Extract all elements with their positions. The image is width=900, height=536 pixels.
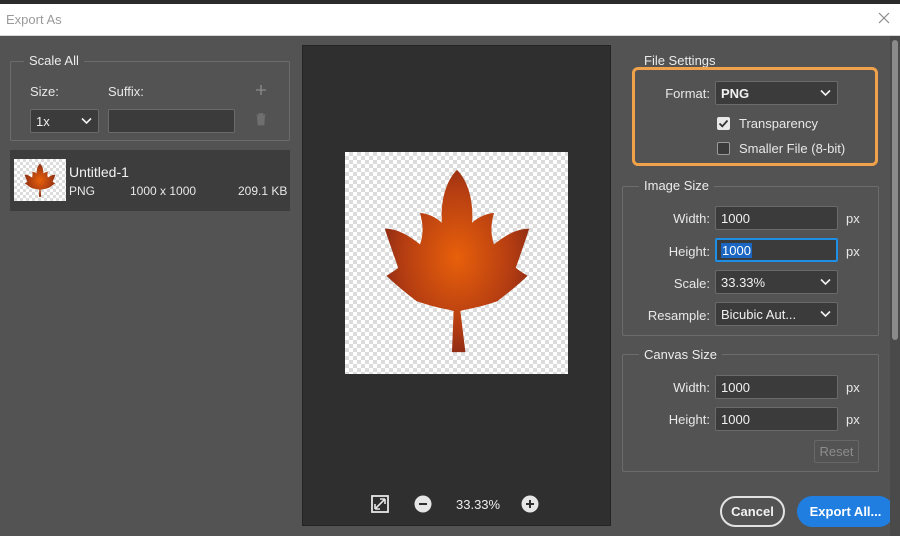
- fit-to-view-icon[interactable]: [371, 495, 389, 513]
- canvas-width-label: Width:: [673, 380, 710, 395]
- canvas-width-input[interactable]: 1000: [715, 375, 838, 399]
- scale-select-value: 33.33%: [721, 275, 766, 290]
- trash-icon[interactable]: [255, 112, 267, 126]
- image-size-heading: Image Size: [639, 178, 715, 193]
- file-settings-heading: File Settings: [639, 53, 721, 68]
- resample-select-value: Bicubic Aut...: [721, 307, 797, 322]
- resample-label: Resample:: [647, 308, 710, 323]
- resample-select[interactable]: Bicubic Aut...: [715, 302, 838, 326]
- image-width-input[interactable]: 1000: [715, 206, 838, 230]
- suffix-input[interactable]: [108, 109, 235, 133]
- highlight-annotation: [632, 67, 878, 166]
- title-bar: Export As: [0, 4, 900, 36]
- chevron-down-icon: [81, 117, 92, 125]
- maple-leaf-image: [384, 169, 530, 353]
- zoom-in-icon[interactable]: [521, 495, 539, 513]
- window-title: Export As: [6, 12, 62, 27]
- asset-format: PNG: [69, 184, 96, 198]
- asset-name: Untitled-1: [69, 164, 129, 180]
- scale-select[interactable]: 33.33%: [715, 270, 838, 294]
- scale-label: Scale:: [673, 276, 710, 291]
- image-height-label: Height:: [668, 244, 710, 259]
- size-select[interactable]: 1x: [30, 109, 99, 133]
- image-height-value: 1000: [721, 243, 752, 258]
- cancel-button[interactable]: Cancel: [720, 496, 785, 527]
- add-icon[interactable]: [255, 84, 267, 96]
- preview-canvas: [345, 152, 568, 374]
- scale-all-heading: Scale All: [24, 53, 84, 68]
- image-height-input[interactable]: 1000: [715, 238, 838, 262]
- size-label: Size:: [30, 84, 59, 99]
- canvas-size-heading: Canvas Size: [639, 347, 722, 362]
- image-height-unit: px: [846, 244, 860, 259]
- size-select-value: 1x: [36, 114, 50, 129]
- asset-thumbnail: [14, 159, 66, 201]
- chevron-down-icon: [820, 278, 831, 286]
- scrollbar-thumb[interactable]: [892, 40, 898, 340]
- export-all-button[interactable]: Export All...: [797, 496, 894, 527]
- maple-leaf-icon: [24, 163, 56, 197]
- zoom-out-icon[interactable]: [414, 495, 432, 513]
- suffix-label: Suffix:: [108, 84, 144, 99]
- canvas-height-label: Height:: [668, 412, 710, 427]
- image-width-unit: px: [846, 211, 860, 226]
- chevron-down-icon: [820, 310, 831, 318]
- reset-button[interactable]: Reset: [814, 440, 859, 463]
- asset-dimensions: 1000 x 1000: [130, 184, 197, 198]
- asset-row[interactable]: Untitled-1 PNG 1000 x 1000 209.1 KB: [10, 150, 290, 211]
- image-width-label: Width:: [673, 211, 710, 226]
- canvas-height-input[interactable]: 1000: [715, 407, 838, 431]
- asset-filesize: 209.1 KB: [238, 184, 288, 198]
- canvas-height-unit: px: [846, 412, 860, 427]
- zoom-level: 33.33%: [456, 497, 501, 512]
- close-icon[interactable]: [876, 10, 892, 26]
- canvas-width-unit: px: [846, 380, 860, 395]
